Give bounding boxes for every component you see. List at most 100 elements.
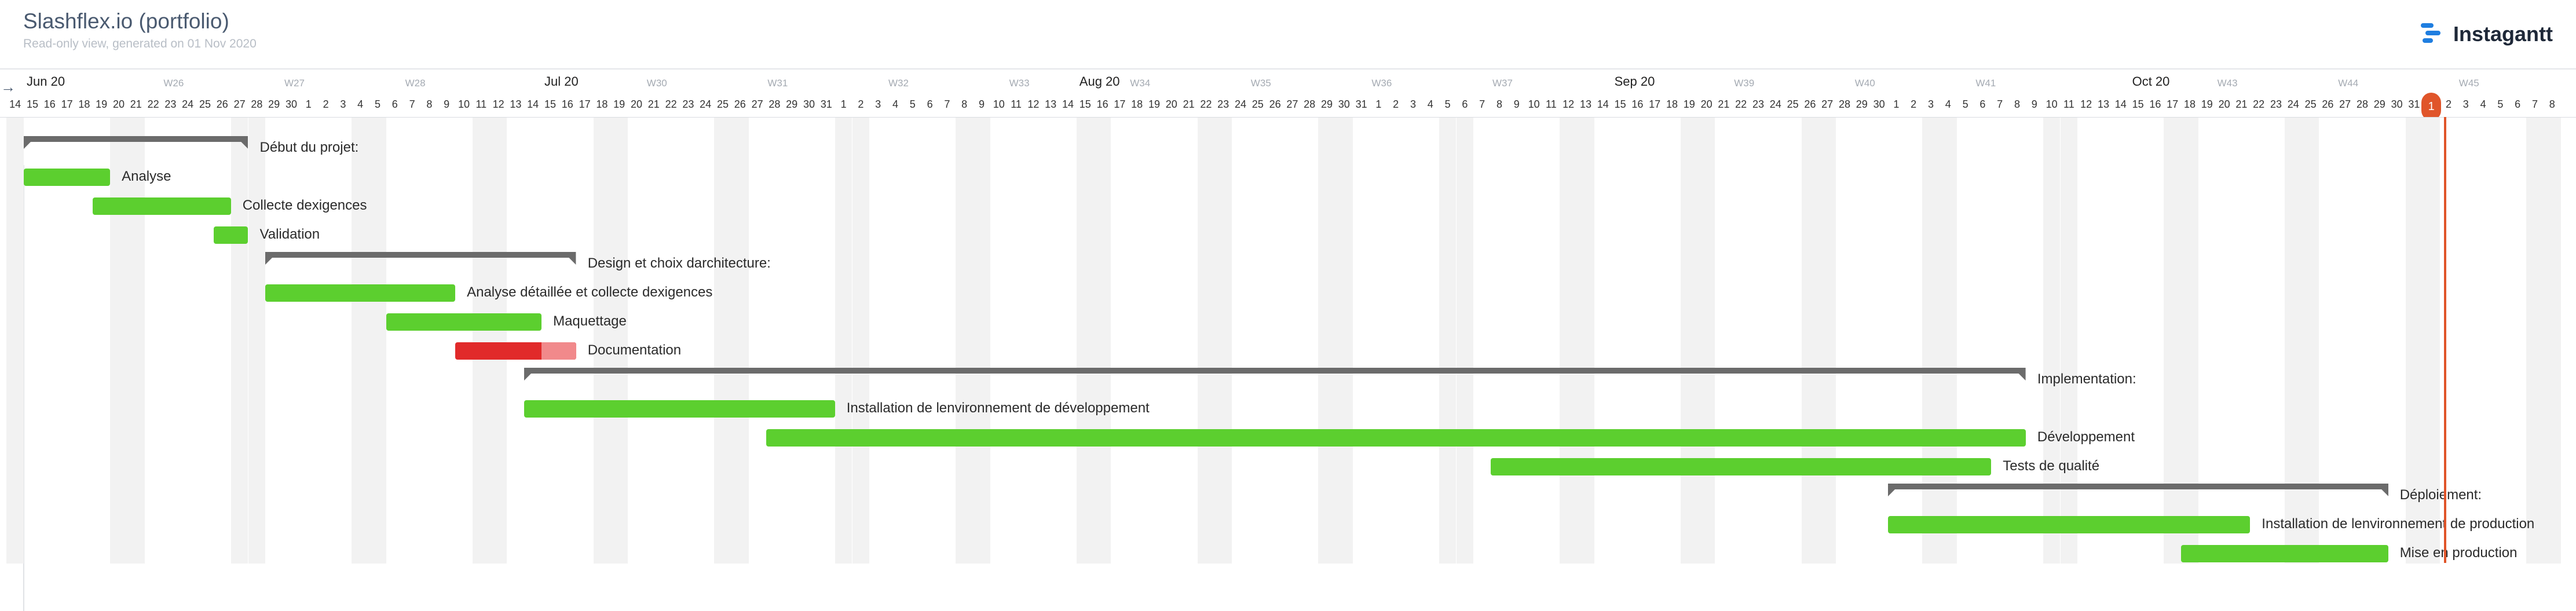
task-bar[interactable] [213,226,248,244]
day-label: 15 [544,98,557,110]
day-label: 10 [1528,98,1540,110]
group-bar[interactable] [524,368,2026,385]
day-label: 9 [2031,98,2037,110]
day-label: 16 [43,98,56,110]
week-label: W37 [1492,78,1513,89]
group-bar[interactable] [24,136,248,153]
task-bar[interactable] [24,169,111,186]
task-label: Mise en production [2399,545,2518,561]
arrow-left-icon[interactable]: → [0,75,16,98]
project-subtitle: Read-only view, generated on 01 Nov 2020 [23,37,257,50]
day-label: 13 [1579,98,1592,110]
week-label: W32 [888,78,909,89]
weekend-column [1560,118,1578,564]
day-label: 22 [1735,98,1747,110]
day-label: 3 [2462,98,2469,110]
day-label: 28 [769,98,781,110]
day-label: 13 [1045,98,1057,110]
day-label: 22 [1200,98,1212,110]
day-label: 26 [1269,98,1281,110]
group-label: Déploiement: [2399,487,2482,503]
header: Slashflex.io (portfolio) Read-only view,… [0,0,2576,68]
weekend-column [956,118,974,564]
day-label: 22 [2253,98,2265,110]
day-label: 30 [2391,98,2403,110]
task-label: Analyse détaillée et collecte dexigences [467,284,713,300]
day-label: 8 [1496,98,1503,110]
task-bar[interactable] [93,197,231,215]
day-label: 28 [1304,98,1316,110]
day-label: 2 [323,98,329,110]
brand[interactable]: Instagantt [2420,20,2553,49]
day-label: 18 [1666,98,1678,110]
day-label: 9 [978,98,985,110]
day-label: 29 [786,98,798,110]
day-label: 17 [579,98,591,110]
day-label: 24 [2287,98,2299,110]
day-label: 27 [1821,98,1834,110]
day-label: 14 [9,98,21,110]
group-bar[interactable] [265,252,576,269]
week-label: W44 [2338,78,2359,89]
day-label: 6 [1462,98,1468,110]
weekend-column [973,118,990,564]
day-label: 9 [444,98,450,110]
task-bar[interactable] [1491,458,1992,475]
weekend-column [230,118,248,564]
weekend-column [1197,118,1215,564]
day-label: 19 [2201,98,2213,110]
weekend-column [489,118,507,564]
month-label: Sep 20 [1614,74,1655,89]
weekend-column [248,118,266,564]
day-label: 25 [1787,98,1799,110]
day-label: 9 [1513,98,1520,110]
day-label: 3 [875,98,881,110]
day-label: 29 [268,98,280,110]
day-label: 30 [285,98,298,110]
overdue-segment [541,342,576,360]
weekend-column [1818,118,1836,564]
day-label: 4 [357,98,364,110]
day-label: 6 [927,98,933,110]
day-label: 20 [630,98,643,110]
weekend-column [1093,118,1111,564]
day-label: 12 [1563,98,1575,110]
task-label: Validation [259,226,320,242]
task-bar[interactable] [524,400,835,418]
day-label: 24 [1234,98,1247,110]
month-label: Oct 20 [2132,74,2170,89]
week-label: W33 [1009,78,1030,89]
project-title: Slashflex.io (portfolio) [23,9,229,33]
day-label: 5 [2497,98,2504,110]
task-bar[interactable] [386,313,542,331]
day-label: 20 [1165,98,1177,110]
day-label: 11 [1011,98,1022,110]
day-label: 17 [1649,98,1661,110]
week-label: W36 [1371,78,1392,89]
task-bar[interactable] [1887,516,2251,533]
task-bar[interactable] [2181,545,2388,562]
day-label: 11 [475,98,487,110]
day-label: 18 [78,98,90,110]
group-bar[interactable] [1887,484,2388,501]
gantt-grid: Début du projet: Analyse Collecte dexigenc… [0,117,2576,611]
day-label: 15 [2132,98,2144,110]
task-bar[interactable] [766,429,2026,447]
day-label: 5 [374,98,381,110]
week-label: W34 [1130,78,1151,89]
task-bar[interactable] [265,284,456,302]
day-label: 29 [1856,98,1868,110]
group-label: Design et choix darchitecture: [587,255,771,271]
day-label: 7 [1479,98,1485,110]
day-label: 17 [61,98,73,110]
day-label: 21 [2235,98,2248,110]
day-label: 3 [1927,98,1934,110]
day-label: 27 [2339,98,2351,110]
day-label: 21 [1718,98,1730,110]
day-label: 23 [2270,98,2282,110]
day-label: 1 [305,98,312,110]
day-label: 6 [2515,98,2521,110]
day-label: 20 [1700,98,1713,110]
weekend-column [1577,118,1594,564]
day-label: 4 [2480,98,2486,110]
